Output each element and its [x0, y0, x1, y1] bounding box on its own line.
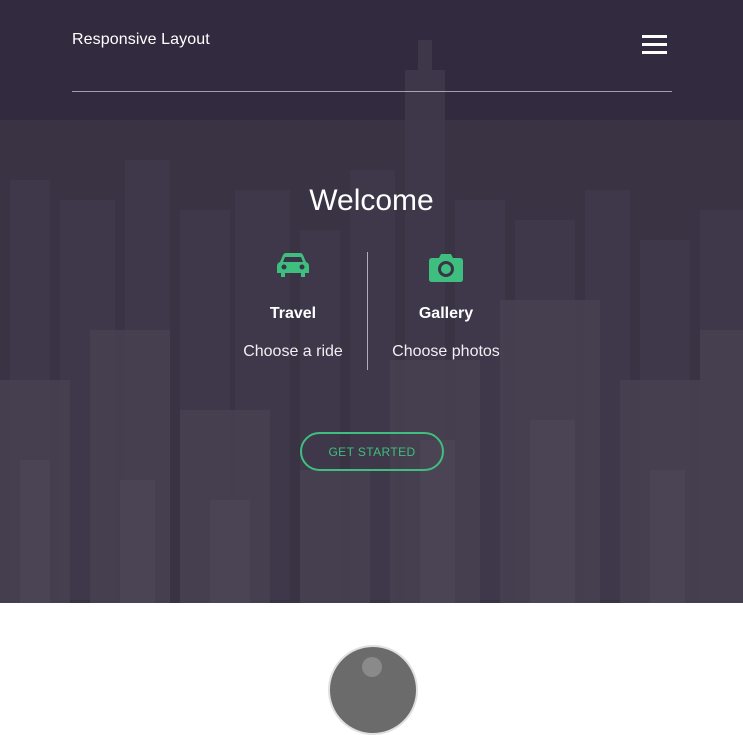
feature-travel: Travel Choose a ride [218, 252, 368, 361]
feature-description: Choose a ride [243, 343, 343, 360]
brand-title[interactable]: Responsive Layout [72, 31, 210, 49]
feature-divider [367, 252, 368, 370]
avatar [328, 645, 418, 735]
menu-bar-line [642, 51, 667, 54]
menu-bar-line [642, 43, 667, 46]
get-started-button[interactable]: GET STARTED [300, 432, 444, 471]
feature-gallery: Gallery Choose photos [371, 252, 521, 361]
feature-title: Gallery [418, 305, 474, 322]
feature-list: Travel Choose a ride Gallery Choose phot… [218, 252, 524, 370]
menu-bar-line [642, 35, 667, 38]
camera-icon [371, 252, 521, 284]
hero-title: Welcome [309, 184, 434, 217]
top-navbar: Responsive Layout [72, 0, 672, 92]
feature-description: Choose photos [392, 343, 500, 360]
feature-title: Travel [269, 305, 317, 322]
content-section [0, 603, 743, 735]
car-icon [218, 252, 368, 284]
avatar-head [362, 657, 382, 677]
hamburger-menu-icon[interactable] [642, 35, 667, 55]
hero-section: Responsive Layout Welcome Travel Choose … [0, 0, 743, 603]
